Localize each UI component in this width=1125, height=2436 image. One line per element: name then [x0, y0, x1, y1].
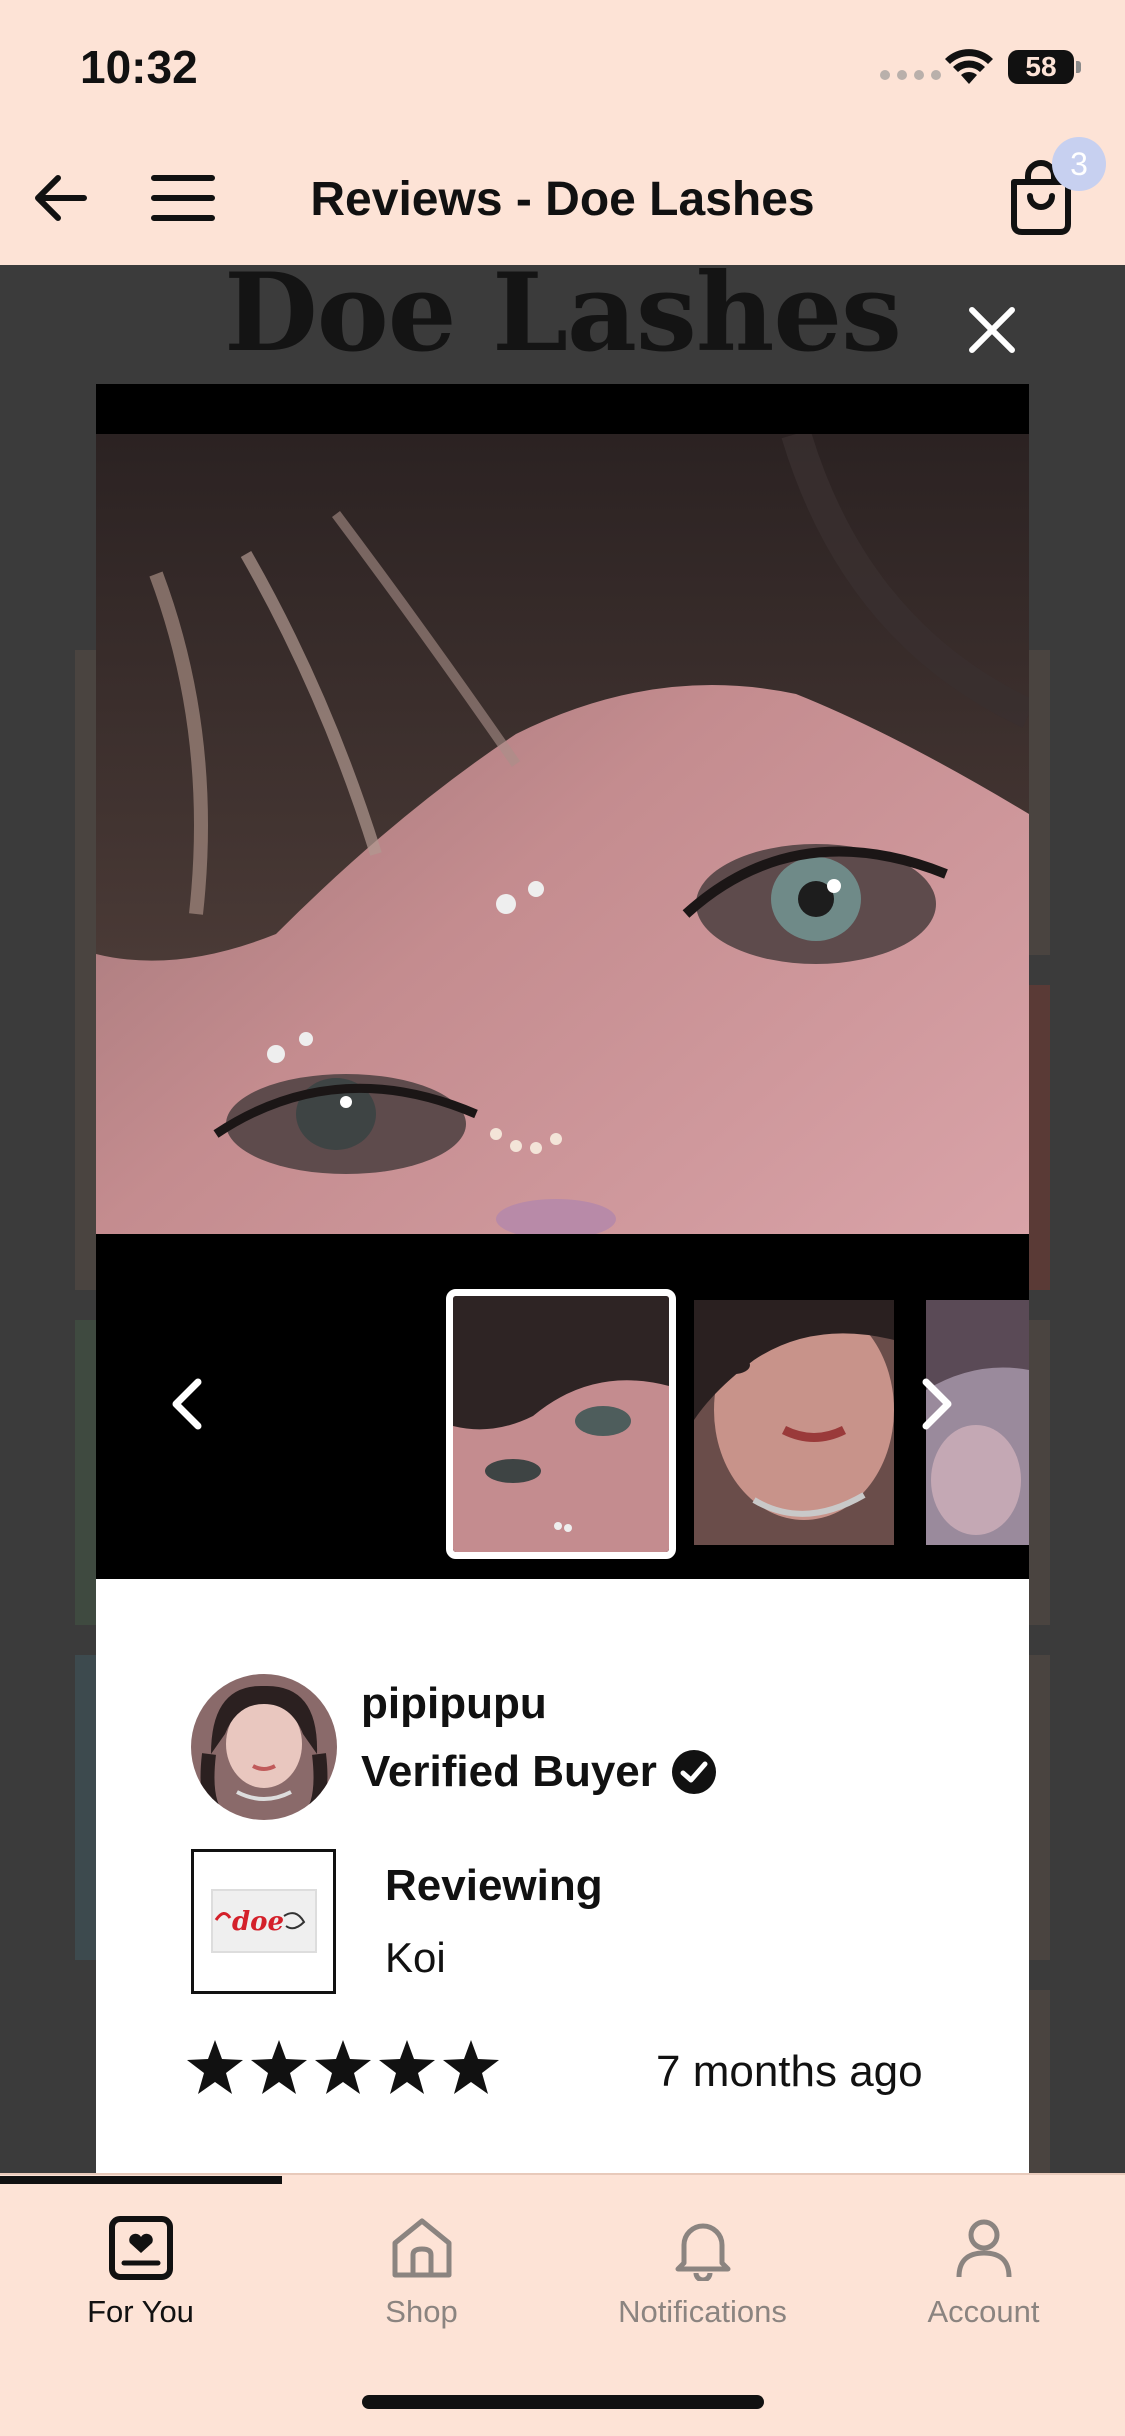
reviewing-label: Reviewing: [385, 1861, 603, 1910]
close-icon[interactable]: [962, 300, 1022, 360]
chevron-left-icon[interactable]: [166, 1374, 206, 1434]
background-brand-title: Doe Lashes: [224, 250, 902, 376]
cart-count-badge: 3: [1052, 137, 1106, 191]
tab-account[interactable]: Account: [843, 2215, 1124, 2330]
tab-notifications[interactable]: Notifications: [562, 2215, 843, 2330]
verified-check-icon: [671, 1750, 716, 1794]
tab-label: Account: [927, 2294, 1040, 2329]
review-timestamp: 7 months ago: [656, 2047, 923, 2096]
for-you-icon: [108, 2216, 173, 2280]
shop-icon: [392, 2218, 451, 2278]
chevron-right-icon[interactable]: [918, 1374, 958, 1434]
verified-label: Verified Buyer: [361, 1747, 657, 1796]
battery-indicator: 58: [1008, 50, 1081, 84]
tab-label: Shop: [385, 2294, 458, 2329]
product-logo: doe: [211, 1889, 317, 1953]
thumbnail-1[interactable]: [446, 1289, 676, 1559]
status-time: 10:32: [80, 41, 198, 93]
thumbnail-strip: [96, 1234, 1029, 1564]
tab-for-you[interactable]: For You: [0, 2215, 281, 2330]
home-indicator: [362, 2395, 764, 2409]
svg-text:doe: doe: [232, 1907, 284, 1937]
account-icon: [956, 2219, 1011, 2278]
tab-shop[interactable]: Shop: [281, 2215, 562, 2330]
tab-label: For You: [87, 2294, 194, 2329]
review-modal: pipipupu Verified Buyer doe Reviewing Ko…: [96, 384, 1029, 2174]
app-header: Reviews - Doe Lashes: [0, 130, 1125, 265]
verified-buyer-badge: Verified Buyer: [361, 1747, 717, 1797]
reviewer-name[interactable]: pipipupu: [361, 1679, 547, 1729]
star-rating: [186, 2039, 500, 2095]
review-details-card: pipipupu Verified Buyer doe Reviewing Ko…: [96, 1579, 1029, 2174]
reviewer-avatar[interactable]: [191, 1674, 337, 1820]
status-bar: 10:32 58: [0, 0, 1125, 130]
active-tab-indicator: [0, 2176, 282, 2184]
star-icon: [251, 2040, 307, 2094]
star-icon: [315, 2040, 371, 2094]
product-thumbnail[interactable]: doe: [191, 1849, 336, 1994]
page-title: Reviews - Doe Lashes: [310, 173, 815, 226]
star-icon: [443, 2040, 499, 2094]
battery-level: 58: [1025, 51, 1057, 82]
star-icon: [187, 2040, 243, 2094]
wifi-icon: [945, 49, 993, 84]
bell-icon: [675, 2223, 730, 2283]
review-photo: [96, 434, 1029, 1234]
reviewed-product-name[interactable]: Koi: [385, 1934, 446, 1982]
thumbnail-2[interactable]: [694, 1300, 894, 1545]
star-icon: [379, 2040, 435, 2094]
tab-label: Notifications: [618, 2294, 787, 2329]
signal-dots-icon: [880, 70, 941, 80]
